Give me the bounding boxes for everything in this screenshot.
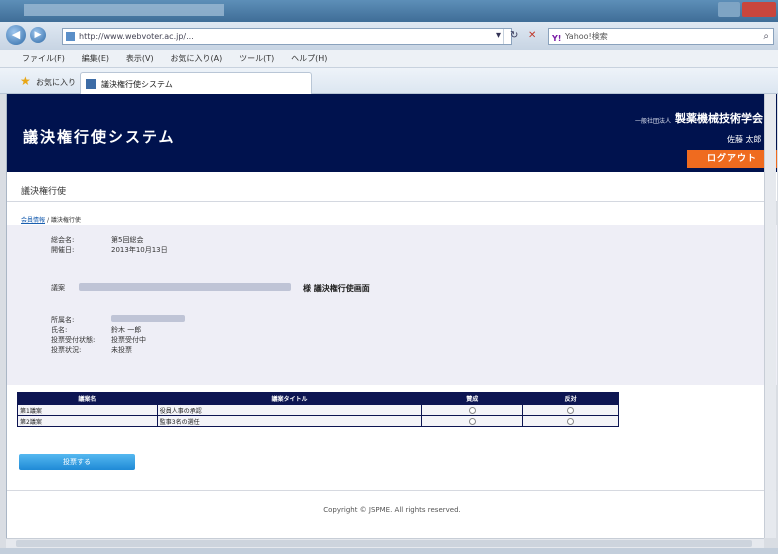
menu-bar: ファイル(F) 編集(E) 表示(V) お気に入り(A) ツール(T) ヘルプ(… [0,50,778,68]
meeting-name-label: 総会名: [51,236,75,244]
member-name-value: 鈴木 一郎 [111,326,142,334]
favorites-button[interactable]: お気に入り [36,77,76,88]
meeting-date-label: 開催日: [51,246,75,254]
menu-edit[interactable]: 編集(E) [82,50,109,68]
footer-divider [7,490,777,491]
proposal-name-cell: 第2議案 [17,415,158,427]
status-bar [0,548,778,554]
section-title: 議決権行使 [21,187,67,197]
browser-tab[interactable]: 議決権行使システム [80,72,312,94]
table-row: 第1議案 役員人事の承認 [17,404,619,416]
submit-vote-button[interactable]: 投票する [19,454,135,470]
reject-cell [522,415,619,427]
tab-title: 議決権行使システム [101,80,173,89]
meeting-date-value: 2013年10月13日 [111,246,168,254]
col-reject: 反対 [522,392,619,405]
proposal-title: 様 議決権行使画面 [303,284,370,293]
section-header: 議決権行使 [7,172,777,202]
favorites-bar: ★ お気に入り 議決権行使システム [0,68,778,94]
breadcrumb: 会員情報 / 議決権行使 [21,215,81,224]
address-toolbar: ◀ ▶ http://www.webvoter.ac.jp/... ▾ ↻ ✕ … [0,22,778,50]
tab-page-icon [86,79,96,89]
vote-status-label: 投票状況: [51,346,82,354]
proposal-title-cell: 役員人事の承認 [156,404,423,416]
approve-cell [421,404,524,416]
member-name-label: 氏名: [51,326,68,334]
page-icon [66,32,75,41]
menu-favorites[interactable]: お気に入り(A) [170,50,222,68]
col-proposal-title: 議案タイトル [156,392,423,405]
org-name: 製薬機械技術学会 [675,112,763,125]
menu-tools[interactable]: ツール(T) [239,50,274,68]
address-bar[interactable]: http://www.webvoter.ac.jp/... [62,28,512,45]
window-titlebar [0,0,778,22]
approve-radio[interactable] [468,406,476,414]
reject-cell [522,404,619,416]
refresh-icon[interactable]: ↻ [510,30,518,41]
acceptance-status-value: 投票受付中 [111,336,146,344]
proposal-name-cell: 第1議案 [17,404,158,416]
search-icon[interactable]: ⌕ [763,29,769,44]
reject-radio[interactable] [567,406,575,414]
vote-status-value: 未投票 [111,346,132,354]
affiliation-label: 所属名: [51,316,75,324]
address-separator [503,29,504,44]
star-icon[interactable]: ★ [20,74,31,88]
proposal-label: 議案 [51,284,65,292]
acceptance-status-label: 投票受付状態: [51,336,96,344]
redacted-affiliation [111,315,185,322]
votes-table-header: 議案名 議案タイトル 賛成 反対 [17,392,619,405]
horizontal-scrollbar[interactable] [6,538,764,548]
org-prefix: 一般社団法人 [635,118,672,125]
menu-help[interactable]: ヘルプ(H) [291,50,327,68]
proposal-title-cell: 監事3名の選任 [156,415,423,427]
approve-radio[interactable] [468,417,476,425]
breadcrumb-current: 議決権行使 [50,217,81,224]
search-placeholder: Yahoo!検索 [565,32,608,41]
site-header: 議決権行使システム 一般社団法人 製薬機械技術学会 佐藤 太郎 様 ログアウト [7,94,777,172]
col-approve: 賛成 [421,392,524,405]
url-text: http://www.webvoter.ac.jp/... [79,32,194,41]
meeting-name-value: 第5回総会 [111,236,144,244]
reject-radio[interactable] [567,417,575,425]
menu-view[interactable]: 表示(V) [126,50,154,68]
window-title [24,4,224,16]
approve-cell [421,415,524,427]
breadcrumb-home-link[interactable]: 会員情報 [21,217,45,224]
forward-icon[interactable]: ▶ [30,27,46,43]
yahoo-icon: Y! [552,34,562,43]
minimize-button[interactable] [718,2,740,17]
vertical-scrollbar[interactable] [764,94,776,538]
scrollbar-thumb[interactable] [16,540,752,547]
stop-icon[interactable]: ✕ [528,30,536,41]
col-proposal-name: 議案名 [17,392,158,405]
table-row: 第2議案 監事3名の選任 [17,415,619,427]
page-viewport: 議決権行使システム 一般社団法人 製薬機械技術学会 佐藤 太郎 様 ログアウト … [6,94,777,538]
search-input[interactable]: Y! Yahoo!検索 ⌕ [548,28,774,45]
votes-table: 議案名 議案タイトル 賛成 反対 第1議案 役員人事の承認 第2議案 監事3名の… [17,392,619,427]
close-window-button[interactable] [742,2,776,17]
menu-file[interactable]: ファイル(F) [22,50,65,68]
meeting-info-panel: 総会名: 第5回総会 開催日: 2013年10月13日 議案 様 議決権行使画面… [7,225,777,385]
copyright-text: Copyright © JSPME. All rights reserved. [323,506,461,514]
system-title: 議決権行使システム [23,128,176,146]
dropdown-icon[interactable]: ▾ [496,30,501,41]
back-icon[interactable]: ◀ [6,25,26,45]
redacted-name [79,283,291,291]
